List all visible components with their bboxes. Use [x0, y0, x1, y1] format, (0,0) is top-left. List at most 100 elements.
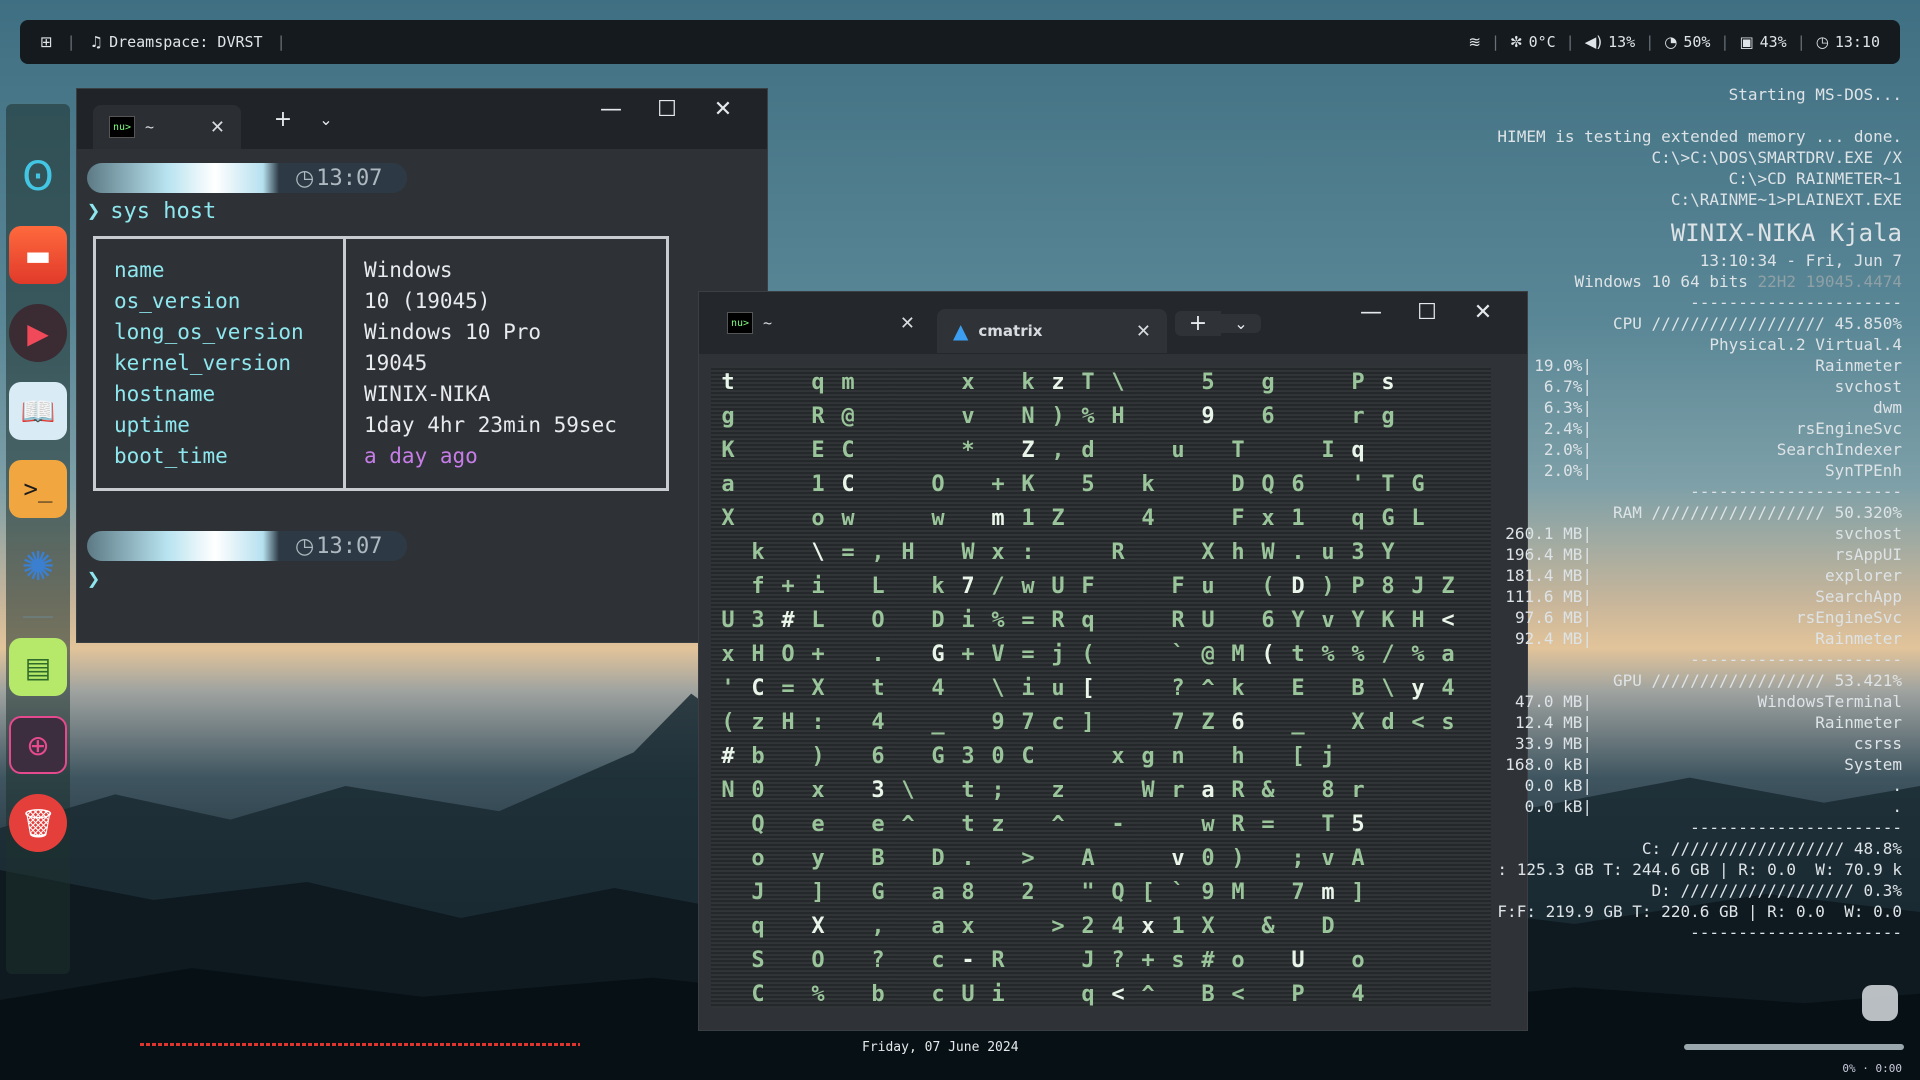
- close-window-button[interactable]: ✕: [695, 97, 751, 122]
- matrix-char: >: [1021, 846, 1035, 871]
- matrix-char: O: [931, 472, 945, 497]
- matrix-char: [: [1141, 880, 1155, 905]
- matrix-char: 3: [1351, 540, 1365, 565]
- book-reader-icon[interactable]: 📖: [9, 382, 67, 440]
- matrix-row: Qe e ^ t z ^ - w R = T 5: [711, 812, 1491, 846]
- folder-icon[interactable]: ▬: [9, 226, 67, 284]
- matrix-char: [: [1291, 744, 1305, 769]
- close-tab-icon[interactable]: ✕: [900, 313, 915, 334]
- matrix-char: F: [1171, 574, 1185, 599]
- matrix-char: X: [811, 676, 825, 701]
- matrix-char: 4: [1111, 914, 1125, 939]
- matrix-char: r: [1171, 778, 1185, 803]
- matrix-char: 5: [1351, 812, 1365, 837]
- ram-proc-row: 92.4 MB| Rainmeter: [1514, 629, 1902, 648]
- matrix-char: e: [871, 812, 885, 837]
- terminal-icon[interactable]: >_: [9, 460, 67, 518]
- terminal-tab-cmatrix[interactable]: ▲ cmatrix ✕: [937, 309, 1167, 353]
- matrix-char: ?: [1111, 948, 1125, 973]
- matrix-char: %: [1081, 404, 1095, 429]
- nushell-icon: nu>: [109, 116, 135, 138]
- matrix-char: :: [1021, 540, 1035, 565]
- matrix-char: M: [1231, 880, 1245, 905]
- chevron-down-icon[interactable]: ⌄: [1221, 313, 1261, 333]
- matrix-char: 7: [961, 574, 975, 599]
- clock-icon: ◷: [295, 165, 315, 191]
- cpu-value: 43%: [1759, 33, 1787, 51]
- maximize-button[interactable]: ☐: [639, 97, 695, 122]
- terminal-tab-home[interactable]: nu> ~ ✕: [711, 301, 931, 345]
- boot-line: C:\>C:\DOS\SMARTDRV.EXE /X: [1651, 148, 1902, 167]
- matrix-char: A: [1081, 846, 1095, 871]
- now-playing[interactable]: ♫ Dreamspace: DVRST: [90, 33, 263, 51]
- terminal-tab-home[interactable]: nu> ~ ✕: [93, 105, 241, 149]
- new-tab-button[interactable]: +: [1175, 310, 1221, 336]
- matrix-char: i: [811, 574, 825, 599]
- fedora-logo-icon[interactable]: Ꙩ: [9, 148, 67, 206]
- speaker-icon: ◀): [1584, 33, 1603, 51]
- volume-widget[interactable]: ◀) 13%: [1585, 33, 1635, 51]
- matrix-char: R: [1051, 608, 1065, 633]
- new-tab-button[interactable]: +: [255, 107, 311, 132]
- desktop-date: Friday, 07 June 2024: [862, 1040, 1019, 1055]
- matrix-char: G: [871, 880, 885, 905]
- notes-app-icon[interactable]: ▤: [9, 638, 67, 696]
- minimize-button[interactable]: —: [1343, 300, 1399, 325]
- apps-grid-icon[interactable]: ⊞: [40, 33, 53, 51]
- matrix-char: q: [1081, 608, 1095, 633]
- matrix-char: C: [1021, 744, 1035, 769]
- nushell-icon: nu>: [727, 312, 753, 334]
- ram-usage: RAM ////////////////// 50.320%: [1613, 503, 1902, 522]
- matrix-char: c: [931, 948, 945, 973]
- matrix-char: H: [781, 710, 795, 735]
- close-tab-icon[interactable]: ✕: [210, 117, 225, 138]
- matrix-char: P: [1291, 982, 1305, 1007]
- matrix-char: b: [871, 982, 885, 1007]
- matrix-char: 3: [871, 778, 885, 803]
- matrix-char: i: [1021, 676, 1035, 701]
- matrix-char: _: [931, 710, 945, 735]
- matrix-char: h: [1231, 744, 1245, 769]
- disk-c-detail: : 125.3 GB T: 244.6 GB | R: 0.0 W: 70.9 …: [1497, 860, 1902, 879]
- matrix-char: <: [1411, 710, 1425, 735]
- matrix-char: o: [811, 506, 825, 531]
- matrix-char: k: [751, 540, 765, 565]
- gpu-proc-row: 0.0 kB|.: [1524, 776, 1902, 795]
- matrix-char: J: [1081, 948, 1095, 973]
- matrix-row: C% b c Ui q < ^ B < P 4: [711, 982, 1491, 1008]
- matrix-char: ?: [1171, 676, 1185, 701]
- matrix-char: b: [751, 744, 765, 769]
- disk-c-usage: C: ////////////////// 48.8%: [1641, 839, 1902, 858]
- weather-widget[interactable]: ✼ 0°C: [1510, 33, 1556, 51]
- matrix-char: #: [721, 744, 735, 769]
- side-dock: Ꙩ ▬ ▶ 📖 >_ ✺ ▤ ⊕ 🗑: [6, 104, 70, 974]
- matrix-char: u: [1051, 676, 1065, 701]
- battery-widget[interactable]: ◔ 50%: [1664, 33, 1710, 51]
- matrix-row: f + i Lk 7/w U F Fu(D) P 8 J Z: [711, 574, 1491, 608]
- coral-app-icon[interactable]: ✺: [9, 538, 67, 596]
- trash-icon[interactable]: 🗑: [9, 794, 67, 852]
- minimize-button[interactable]: —: [583, 97, 639, 122]
- matrix-char: W: [1261, 540, 1275, 565]
- command-line: ❯ sys host: [87, 199, 757, 224]
- wifi-icon[interactable]: ≋: [1468, 33, 1481, 51]
- matrix-char: c: [931, 982, 945, 1007]
- matrix-char: u: [1201, 574, 1215, 599]
- tab-title: cmatrix: [978, 322, 1043, 340]
- matrix-char: %: [1351, 642, 1365, 667]
- widget-orb[interactable]: [1862, 985, 1898, 1021]
- matrix-char: G: [1411, 472, 1425, 497]
- matrix-char: A: [1351, 846, 1365, 871]
- chevron-down-icon[interactable]: ⌄: [311, 110, 341, 129]
- matrix-char: ]: [1351, 880, 1365, 905]
- clock-widget[interactable]: ◷ 13:10: [1816, 33, 1880, 51]
- cpu-widget[interactable]: ▣ 43%: [1739, 33, 1786, 51]
- command-line-empty[interactable]: ❯: [87, 567, 757, 592]
- remote-desktop-icon[interactable]: ⊕: [9, 716, 67, 774]
- close-tab-icon[interactable]: ✕: [1136, 321, 1151, 342]
- matrix-char: O: [811, 948, 825, 973]
- matrix-char: ^: [1201, 676, 1215, 701]
- matrix-char: O: [781, 642, 795, 667]
- gpu-usage: GPU ////////////////// 53.421%: [1613, 671, 1902, 690]
- media-player-icon[interactable]: ▶: [9, 304, 67, 362]
